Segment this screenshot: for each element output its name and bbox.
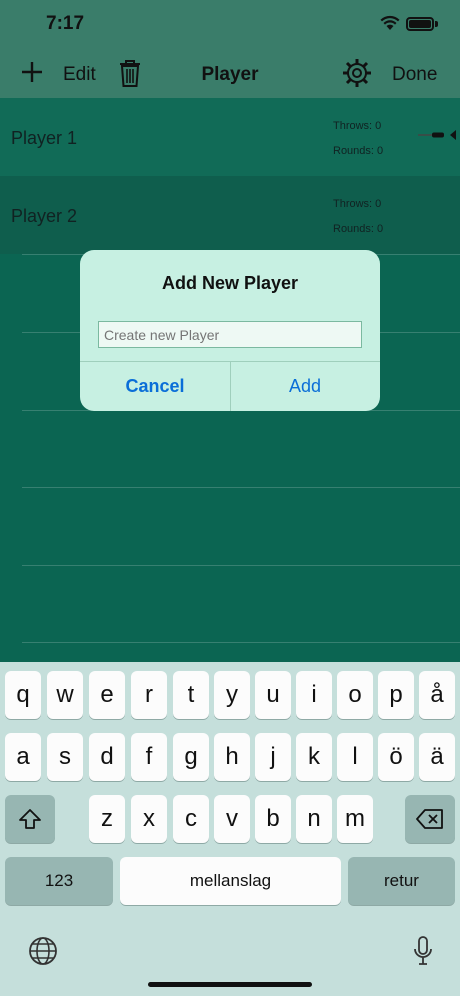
key[interactable]: p (378, 671, 414, 719)
battery-icon (406, 17, 438, 31)
key[interactable]: n (296, 795, 332, 843)
microphone-icon[interactable] (412, 936, 434, 966)
key[interactable]: d (89, 733, 125, 781)
cancel-button[interactable]: Cancel (80, 362, 230, 411)
key[interactable]: u (255, 671, 291, 719)
wifi-icon (380, 15, 400, 30)
key[interactable]: k (296, 733, 332, 781)
player-name: Player 1 (11, 128, 78, 148)
list-item[interactable]: Player 2 Throws: 0 Rounds: 0 (0, 176, 460, 254)
divider (22, 642, 460, 643)
status-time: 7:17 (46, 13, 85, 34)
globe-icon[interactable] (28, 936, 58, 966)
key[interactable]: y (214, 671, 250, 719)
player-throws: Throws: 0 (333, 198, 382, 210)
key[interactable]: o (337, 671, 373, 719)
return-key[interactable]: retur (348, 857, 455, 905)
shift-icon (19, 809, 41, 829)
key[interactable]: f (131, 733, 167, 781)
shift-key[interactable] (5, 795, 55, 843)
key[interactable]: h (214, 733, 250, 781)
key[interactable]: c (173, 795, 209, 843)
dialog-title: Add New Player (161, 273, 299, 293)
key[interactable]: j (255, 733, 291, 781)
key[interactable]: q (5, 671, 41, 719)
player-rounds: Rounds: 0 (333, 223, 384, 235)
key[interactable]: w (47, 671, 83, 719)
dart-icon (418, 130, 456, 140)
key[interactable]: g (173, 733, 209, 781)
keyboard: q w e r t y u i o p å a s d f g h j k l … (0, 662, 460, 996)
key[interactable]: å (419, 671, 455, 719)
delete-key[interactable] (405, 795, 455, 843)
list-item[interactable]: Player 1 Throws: 0 Rounds: 0 (0, 98, 460, 176)
key[interactable]: m (337, 795, 373, 843)
key[interactable]: r (131, 671, 167, 719)
key[interactable]: t (173, 671, 209, 719)
home-indicator[interactable] (148, 982, 312, 987)
add-button[interactable]: Add (230, 362, 380, 411)
gear-icon[interactable] (342, 58, 372, 88)
add-player-icon[interactable] (20, 60, 44, 84)
player-throws: Throws: 0 (333, 120, 382, 132)
key[interactable]: z (89, 795, 125, 843)
numbers-key[interactable]: 123 (5, 857, 113, 905)
space-key[interactable]: mellanslag (120, 857, 341, 905)
key[interactable]: s (47, 733, 83, 781)
divider (22, 487, 460, 488)
trash-icon[interactable] (118, 58, 142, 88)
key[interactable]: ä (419, 733, 455, 781)
navigation-bar: Edit Player Done (0, 52, 460, 98)
new-player-name-input[interactable] (98, 321, 362, 348)
key[interactable]: a (5, 733, 41, 781)
key[interactable]: x (131, 795, 167, 843)
key[interactable]: e (89, 671, 125, 719)
add-player-dialog: Add New Player Cancel Add (80, 250, 380, 411)
player-name: Player 2 (11, 206, 78, 226)
key[interactable]: i (296, 671, 332, 719)
status-bar: 7:17 (0, 0, 460, 52)
done-button[interactable]: Done (392, 64, 437, 86)
delete-icon (416, 809, 443, 829)
player-rounds: Rounds: 0 (333, 145, 384, 157)
key[interactable]: b (255, 795, 291, 843)
divider (22, 565, 460, 566)
key[interactable]: v (214, 795, 250, 843)
key[interactable]: ö (378, 733, 414, 781)
key[interactable]: l (337, 733, 373, 781)
edit-button[interactable]: Edit (63, 64, 96, 86)
